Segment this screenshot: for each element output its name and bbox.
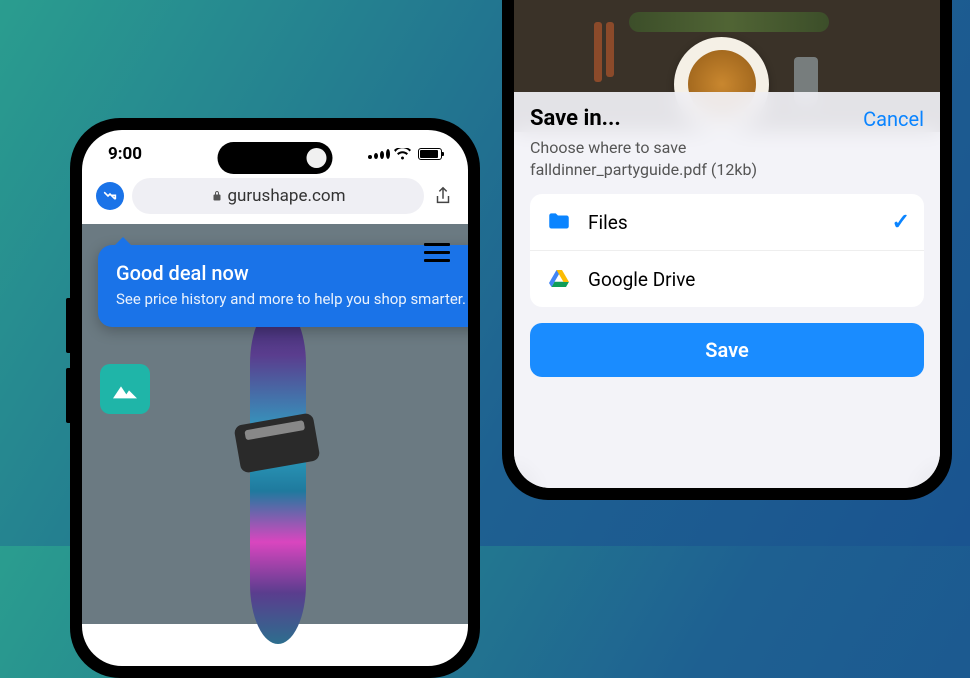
brand-badge-icon[interactable] (100, 364, 150, 414)
google-drive-icon (544, 264, 574, 294)
sheet-subtitle-line1: Choose where to save (530, 138, 686, 157)
address-bar-url: gurushape.com (228, 186, 346, 206)
phone-left-screen: 9:00 gurushape.com (82, 130, 468, 666)
dynamic-island (218, 142, 333, 174)
tooltip-title: Good deal now (116, 261, 468, 285)
save-button[interactable]: Save (530, 323, 924, 377)
address-bar[interactable]: gurushape.com (132, 178, 424, 214)
sheet-title: Save in... (530, 106, 621, 131)
price-tooltip[interactable]: Good deal now See price history and more… (98, 245, 468, 327)
save-sheet: Save in... Cancel Choose where to save f… (514, 92, 940, 488)
wifi-icon (394, 148, 411, 161)
checkmark-icon: ✓ (892, 210, 910, 235)
battery-icon (418, 148, 442, 160)
save-location-list: Files ✓ Google Drive (530, 194, 924, 307)
lock-icon (211, 190, 223, 202)
sheet-header: Save in... Cancel (530, 106, 924, 131)
status-time: 9:00 (108, 144, 142, 164)
phone-right-screen: Save in... Cancel Choose where to save f… (514, 0, 940, 488)
price-trend-badge-icon[interactable] (96, 182, 124, 210)
save-option-files[interactable]: Files ✓ (530, 194, 924, 250)
option-label: Files (588, 211, 878, 234)
hamburger-menu-icon[interactable] (424, 238, 450, 267)
status-icons (368, 148, 442, 161)
tooltip-body: See price history and more to help you s… (116, 289, 468, 309)
sheet-subtitle-line2: falldinner_partyguide.pdf (12kb) (530, 160, 757, 179)
share-icon[interactable] (432, 185, 454, 207)
sheet-subtitle: Choose where to save falldinner_partygui… (530, 137, 924, 180)
save-option-google-drive[interactable]: Google Drive (530, 250, 924, 307)
files-icon (544, 207, 574, 237)
phone-mockup-right: Save in... Cancel Choose where to save f… (502, 0, 952, 500)
signal-icon (368, 149, 390, 159)
status-bar: 9:00 (82, 130, 468, 170)
address-bar-row: gurushape.com (82, 170, 468, 224)
cancel-button[interactable]: Cancel (863, 107, 924, 131)
snowboard-binding (233, 412, 320, 473)
phone-mockup-left: 9:00 gurushape.com (70, 118, 480, 678)
option-label: Google Drive (588, 268, 910, 291)
snowboard-product-image (250, 304, 306, 644)
